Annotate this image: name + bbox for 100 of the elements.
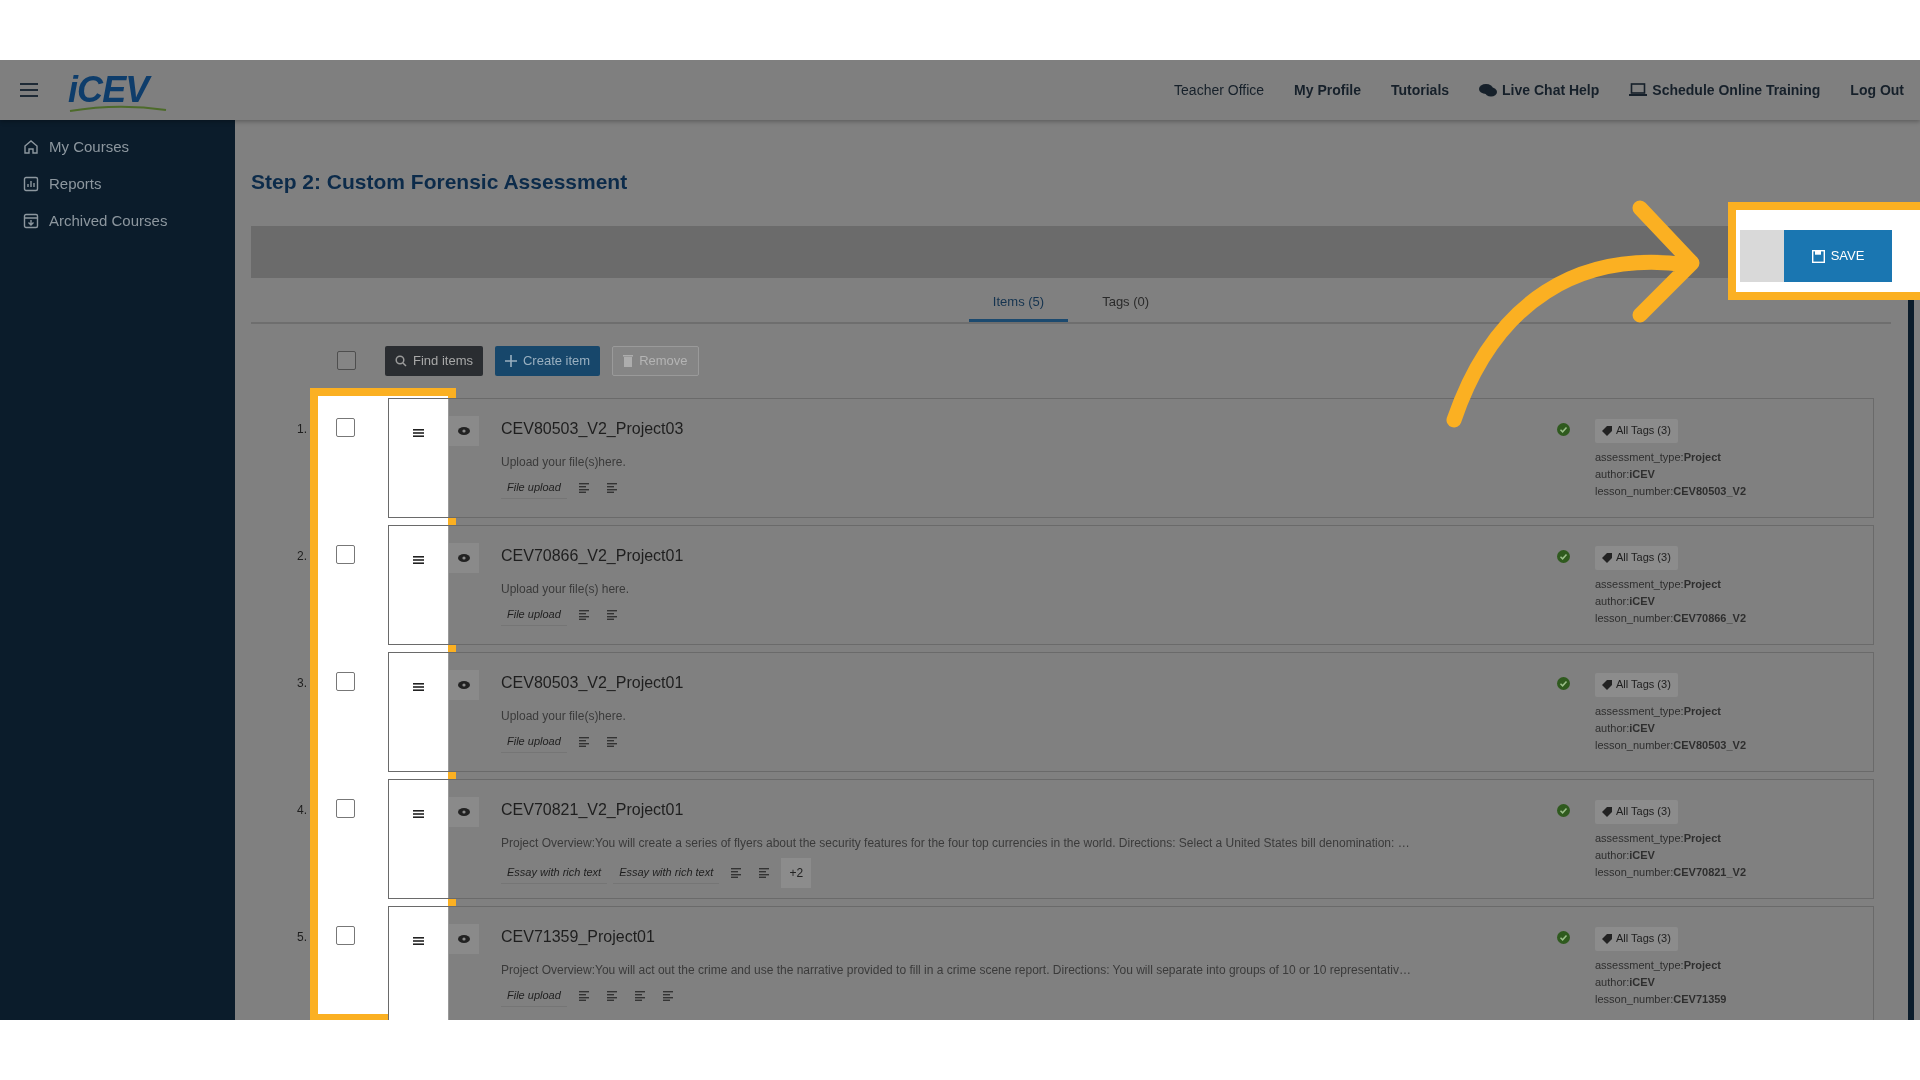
check-circle-icon <box>1556 803 1570 817</box>
item-number: 2. <box>296 547 307 565</box>
sidebar-item[interactable]: My Courses <box>0 132 235 162</box>
find-items-button[interactable]: Find items <box>385 345 483 376</box>
nav-link[interactable]: Teacher Office <box>1174 79 1265 101</box>
tag-text: author:iCEV <box>1595 466 1656 482</box>
eye-icon <box>458 934 470 943</box>
all-tags-button[interactable]: All Tags (3) <box>1595 672 1678 697</box>
tag-text: lesson_number:CEV70821_V2 <box>1595 864 1748 880</box>
tag-icon <box>1602 933 1612 944</box>
tag-icon <box>1602 425 1612 436</box>
drag-handle-icon[interactable] <box>413 809 424 818</box>
menu-icon[interactable] <box>20 83 38 97</box>
item-description: Project Overview:You will act out the crime and use the narrative provided to fill in a crime scene report. Directions: You will separate into groups of 10 or 10 representativ… <box>501 961 1412 979</box>
align-left-icon <box>662 990 673 1001</box>
check-circle-icon <box>1556 930 1570 944</box>
trash-icon <box>623 354 634 367</box>
question-type-tag: File upload <box>501 984 567 1007</box>
drag-handle-icon[interactable] <box>413 428 424 437</box>
align-left-icon <box>606 482 617 493</box>
item-title[interactable]: CEV80503_V2_Project03 <box>501 416 1543 441</box>
item-title[interactable]: CEV71359_Project01 <box>501 924 1543 949</box>
tab[interactable]: Tags (0) <box>1078 285 1174 322</box>
align-left-icon <box>731 867 742 878</box>
sidebar-item[interactable]: Archived Courses <box>0 206 235 236</box>
select-all-checkbox[interactable] <box>337 351 356 370</box>
preview-button[interactable] <box>449 669 479 700</box>
search-icon <box>395 354 407 367</box>
drag-handle-icon[interactable] <box>413 555 424 564</box>
nav-link[interactable]: My Profile <box>1294 79 1361 101</box>
all-tags-button[interactable]: All Tags (3) <box>1595 545 1678 570</box>
tag-text: lesson_number:CEV80503_V2 <box>1595 483 1748 499</box>
all-tags-button[interactable]: All Tags (3) <box>1595 418 1678 443</box>
align-left-icon <box>634 990 645 1001</box>
nav-link[interactable]: Schedule Online Training <box>1629 79 1821 101</box>
tab[interactable]: Items (5) <box>968 285 1069 322</box>
tag-text: author:iCEV <box>1595 847 1656 863</box>
check-circle-icon <box>1556 549 1570 563</box>
save-button[interactable]: SAVE <box>1784 230 1892 282</box>
tag-text: lesson_number:CEV70866_V2 <box>1595 610 1748 626</box>
align-left-icon <box>578 736 589 747</box>
item-title[interactable]: CEV70821_V2_Project01 <box>501 797 1543 822</box>
align-left-icon <box>606 736 617 747</box>
tag-icon <box>1602 679 1612 690</box>
tag-icon <box>1602 806 1612 817</box>
sidebar-item[interactable]: Reports <box>0 169 235 199</box>
home-icon <box>23 139 39 155</box>
all-tags-button[interactable]: All Tags (3) <box>1595 799 1678 824</box>
align-left-icon <box>759 867 770 878</box>
align-left-icon <box>578 609 589 620</box>
tag-text: assessment_type:Project <box>1595 957 1722 973</box>
eye-icon <box>458 553 470 562</box>
tag-text: author:iCEV <box>1595 974 1656 990</box>
nav-link[interactable]: Tutorials <box>1391 79 1450 101</box>
item-description: Upload your file(s)here. <box>501 707 627 725</box>
item-title[interactable]: CEV80503_V2_Project01 <box>501 670 1543 695</box>
tag-text: author:iCEV <box>1595 720 1656 736</box>
item-description: Project Overview:You will create a series of flyers about the security features for the four top currencies in the world. Directions: Select a United States bill denomination: … <box>501 834 1411 852</box>
nav-link[interactable]: Log Out <box>1850 79 1904 101</box>
nav-link[interactable]: Live Chat Help <box>1479 79 1600 101</box>
item-number: 5. <box>296 928 307 946</box>
scrollbar[interactable] <box>1908 300 1914 1020</box>
preview-button[interactable] <box>449 796 479 827</box>
tag-text: assessment_type:Project <box>1595 830 1722 846</box>
question-type-tag: File upload <box>501 603 567 626</box>
tag-text: lesson_number:CEV71359 <box>1595 991 1728 1007</box>
more-count[interactable]: +2 <box>781 857 812 888</box>
archive-icon <box>23 213 39 229</box>
align-left-icon <box>578 990 589 1001</box>
align-left-icon <box>578 482 589 493</box>
drag-handle-icon[interactable] <box>413 936 424 945</box>
check-circle-icon <box>1556 422 1570 436</box>
plus-icon <box>504 354 517 367</box>
preview-button[interactable] <box>449 923 479 954</box>
tag-text: lesson_number:CEV80503_V2 <box>1595 737 1748 753</box>
preview-button[interactable] <box>449 542 479 573</box>
all-tags-button[interactable]: All Tags (3) <box>1595 926 1678 951</box>
question-type-tag: Essay with rich text <box>613 861 720 884</box>
page-title: Step 2: Custom Forensic Assessment <box>251 169 629 195</box>
item-number: 3. <box>296 674 307 692</box>
question-type-tag: File upload <box>501 730 567 753</box>
tag-text: author:iCEV <box>1595 593 1656 609</box>
save-icon <box>1811 249 1825 263</box>
align-left-icon <box>606 609 617 620</box>
check-circle-icon <box>1556 676 1570 690</box>
tag-icon <box>1602 552 1612 563</box>
chart-icon <box>23 176 39 192</box>
item-description: Upload your file(s)here. <box>501 453 627 471</box>
align-left-icon <box>606 990 617 1001</box>
item-number: 4. <box>296 801 307 819</box>
item-description: Upload your file(s) here. <box>501 580 631 598</box>
tag-text: assessment_type:Project <box>1595 576 1722 592</box>
drag-handle-icon[interactable] <box>413 682 424 691</box>
chat-icon <box>1479 83 1498 97</box>
eye-icon <box>458 680 470 689</box>
tag-text: assessment_type:Project <box>1595 449 1722 465</box>
create-item-button[interactable]: Create item <box>494 345 601 376</box>
item-title[interactable]: CEV70866_V2_Project01 <box>501 543 1543 568</box>
question-type-tag: File upload <box>501 476 567 499</box>
preview-button[interactable] <box>449 415 479 446</box>
